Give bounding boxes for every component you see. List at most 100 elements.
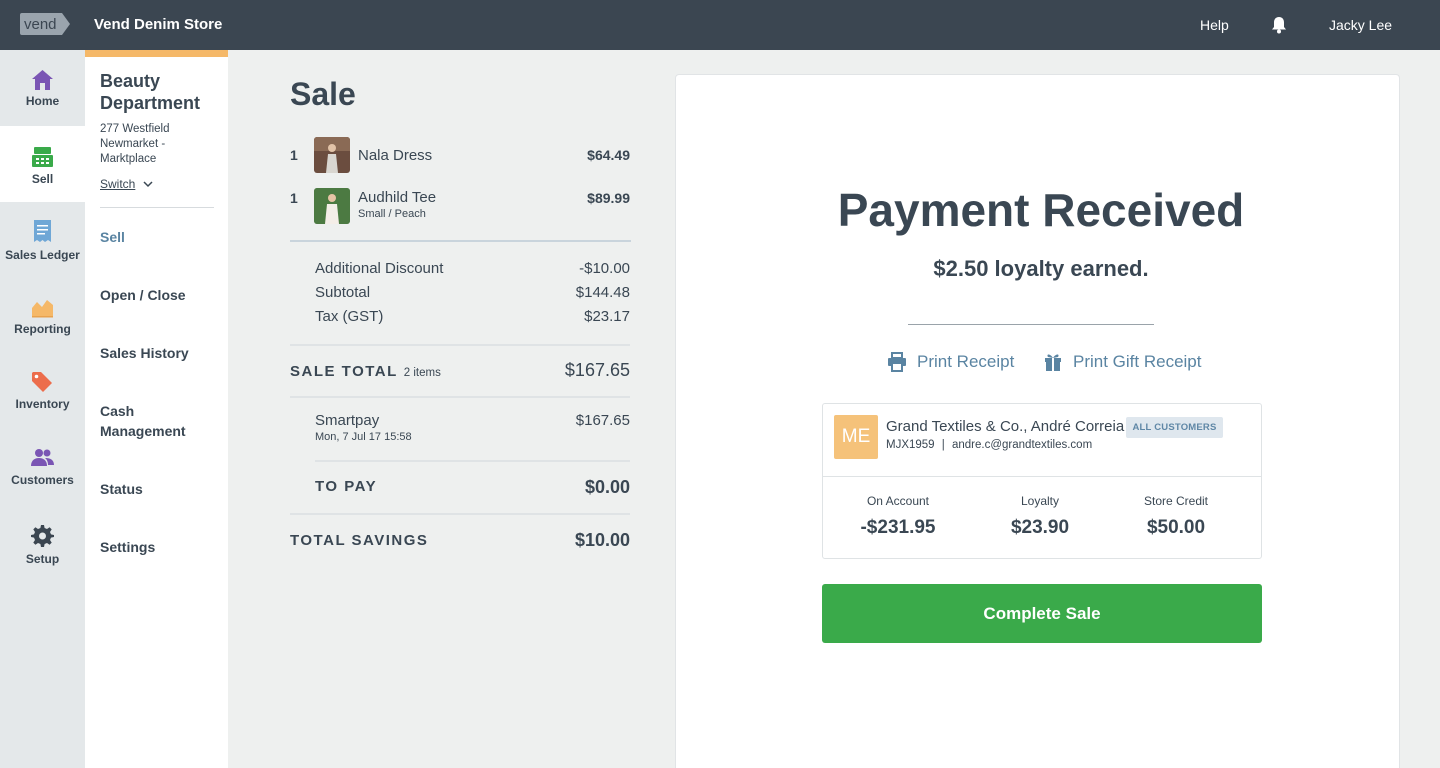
nav-item-inventory[interactable]: Inventory — [0, 354, 85, 430]
nav-label: Sell — [31, 172, 54, 186]
people-icon — [31, 449, 54, 466]
sub-nav-cash-management[interactable]: Cash Management — [100, 401, 200, 441]
loyalty-earned: $2.50 loyalty earned. — [933, 256, 1149, 281]
customer-email: andre.c@grandtextiles.com — [952, 439, 1093, 451]
payment-date: Mon, 7 Jul 17 15:58 — [315, 431, 412, 443]
nav-item-setup[interactable]: Setup — [0, 506, 85, 582]
register-icon — [32, 147, 53, 167]
sub-nav-sales-history[interactable]: Sales History — [100, 343, 220, 363]
line-item-name: Audhild Tee — [358, 189, 437, 206]
department-panel: Beauty Department 277 Westfield Newmarke… — [85, 50, 228, 768]
nav-label: Customers — [11, 473, 74, 487]
sale-total-text: SALE TOTAL — [290, 363, 398, 380]
divider — [290, 396, 630, 398]
payment-method: Smartpay — [315, 412, 380, 429]
sale-title: Sale — [290, 76, 356, 112]
stat-value: -$231.95 — [860, 517, 936, 538]
chart-icon — [32, 300, 53, 318]
department-address: 277 Westfield Newmarket - Marktplace — [100, 123, 170, 165]
top-bar: vend Vend Denim Store Help Jacky Lee — [0, 0, 1440, 50]
nav-item-sell[interactable]: Sell — [0, 126, 85, 202]
payment-received-title: Payment Received — [837, 184, 1245, 236]
product-thumbnail — [314, 188, 350, 224]
main-nav: Home Sell Sales Ledger Reporting Invento… — [0, 50, 85, 768]
sub-nav-open-close[interactable]: Open / Close — [100, 285, 220, 305]
nav-label: Inventory — [15, 397, 70, 411]
customer-code: MJX1959 — [886, 439, 935, 451]
to-pay-value: $0.00 — [584, 477, 630, 497]
gear-icon — [31, 525, 54, 547]
line-item-price: $89.99 — [587, 190, 630, 206]
total-savings-label: TOTAL SAVINGS — [290, 532, 429, 549]
nav-item-sales-ledger[interactable]: Sales Ledger — [0, 202, 85, 278]
nav-item-home[interactable]: Home — [0, 50, 85, 126]
line-item-qty: 1 — [290, 190, 298, 206]
line-item[interactable]: 1 Nala Dress $64.49 — [290, 137, 630, 173]
print-gift-receipt-label: Print Gift Receipt — [1073, 352, 1202, 371]
gift-icon — [1045, 354, 1061, 371]
tax-row: Tax (GST) $23.17 — [315, 308, 630, 328]
line-item[interactable]: 1 Audhild Tee Small / Peach $89.99 — [290, 188, 630, 224]
divider — [290, 513, 630, 515]
bell-icon[interactable] — [1271, 16, 1287, 34]
nav-item-reporting[interactable]: Reporting — [0, 278, 85, 354]
store-name: Vend Denim Store — [94, 16, 223, 33]
divider — [290, 240, 631, 242]
divider — [823, 476, 1261, 477]
tax-value: $23.17 — [584, 308, 630, 325]
to-pay-row: TO PAY $0.00 — [315, 477, 630, 501]
payment-row: Smartpay Mon, 7 Jul 17 15:58 $167.65 — [315, 412, 630, 448]
stat-value: $23.90 — [1010, 517, 1070, 538]
stat-value: $50.00 — [1146, 517, 1206, 538]
total-savings-value: $10.00 — [574, 530, 630, 550]
discount-row: Additional Discount -$10.00 — [315, 260, 630, 280]
chevron-down-icon[interactable] — [143, 179, 153, 189]
print-receipt-button[interactable]: Print Receipt — [887, 351, 1017, 373]
complete-sale-button[interactable]: Complete Sale — [822, 584, 1262, 643]
nav-item-customers[interactable]: Customers — [0, 430, 85, 506]
divider — [908, 324, 1154, 325]
discount-value: -$10.00 — [579, 260, 630, 277]
customer-avatar: ME — [834, 415, 878, 459]
line-item-variant: Small / Peach — [358, 208, 426, 220]
customer-name[interactable]: Grand Textiles & Co., André Correia — [886, 418, 1124, 435]
printer-icon — [888, 352, 906, 372]
divider — [315, 460, 630, 462]
sub-nav-settings[interactable]: Settings — [100, 537, 220, 557]
print-gift-receipt-button[interactable]: Print Gift Receipt — [1043, 351, 1203, 373]
line-item-price: $64.49 — [587, 147, 630, 163]
help-link[interactable]: Help — [1200, 17, 1229, 33]
product-thumbnail — [314, 137, 350, 173]
sub-nav-status[interactable]: Status — [100, 479, 220, 499]
department-title: Beauty Department — [100, 71, 201, 113]
subtotal-value: $144.48 — [575, 284, 630, 301]
switch-outlet-link[interactable]: Switch — [100, 177, 135, 191]
divider — [290, 344, 630, 346]
vend-logo[interactable]: vend — [20, 13, 70, 35]
payment-amount: $167.65 — [575, 412, 630, 429]
department-accent-bar — [85, 50, 228, 57]
nav-label: Home — [25, 94, 60, 108]
nav-label: Sales Ledger — [5, 248, 80, 262]
total-savings-row: TOTAL SAVINGS $10.00 — [290, 530, 630, 556]
meta-separator: | — [941, 439, 945, 451]
subtotal-row: Subtotal $144.48 — [315, 284, 630, 304]
line-item-name: Nala Dress — [358, 147, 433, 164]
print-receipt-label: Print Receipt — [917, 352, 1015, 371]
customer-group-badge: ALL CUSTOMERS — [1126, 417, 1223, 438]
sale-total-row: SALE TOTAL 2 items $167.65 — [290, 359, 630, 385]
ledger-icon — [34, 220, 51, 242]
logo-text: vend — [24, 16, 57, 33]
sub-nav-sell[interactable]: Sell — [100, 227, 220, 247]
divider — [100, 207, 214, 208]
tax-label: Tax (GST) — [315, 308, 384, 325]
nav-label: Setup — [25, 552, 60, 566]
user-menu[interactable]: Jacky Lee — [1329, 17, 1392, 33]
home-icon — [32, 70, 53, 90]
line-item-qty: 1 — [290, 147, 298, 163]
discount-label: Additional Discount — [315, 260, 444, 277]
nav-label: Reporting — [14, 322, 71, 336]
sale-total-value: $167.65 — [564, 360, 630, 380]
stat-label: On Account — [866, 494, 930, 508]
sale-total-label: SALE TOTAL 2 items — [290, 363, 441, 380]
